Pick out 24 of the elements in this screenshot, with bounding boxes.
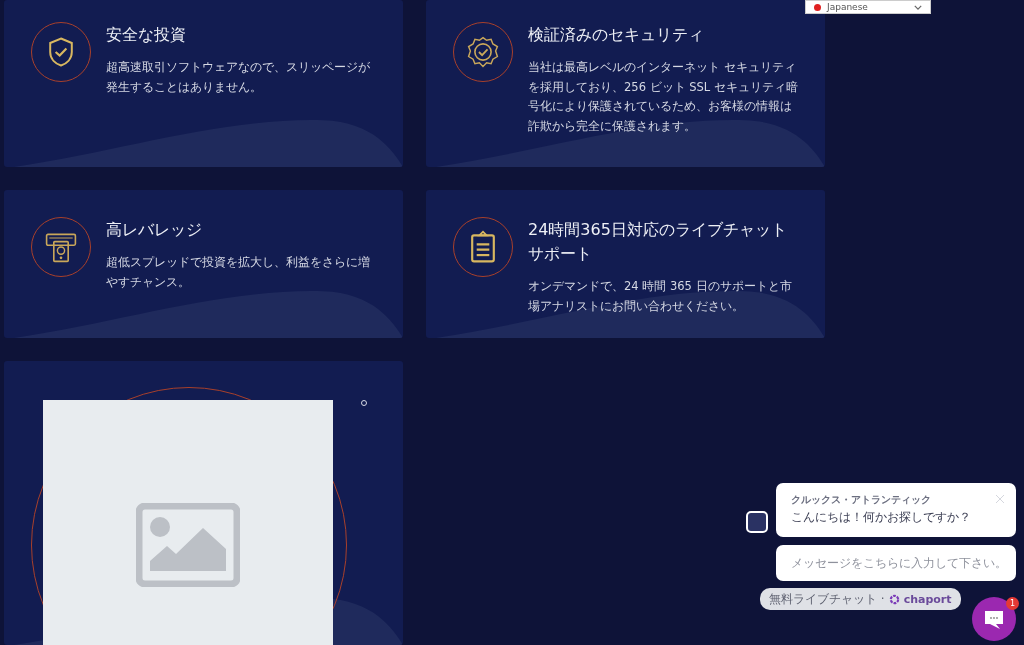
powered-by-text: 無料ライブチャット · bbox=[769, 590, 885, 608]
caret-icon bbox=[914, 4, 922, 10]
language-label: Japanese bbox=[827, 2, 868, 12]
feature-title: 安全な投資 bbox=[106, 24, 187, 46]
avatar-icon bbox=[746, 511, 768, 533]
feature-title: 検証済みのセキュリティ bbox=[528, 24, 705, 46]
feature-title: 24時間365日対応のライブチャットサポート bbox=[528, 219, 788, 265]
ring-logo-icon bbox=[888, 593, 900, 605]
language-select[interactable]: Japanese bbox=[805, 0, 931, 14]
message-input[interactable]: メッセージをこちらに入力して下さい。 bbox=[776, 545, 1016, 581]
feature-description: 当社は最高レベルのインターネット セキュリティを採用しており、256 ビット SSL セキュリティ暗号化により保護されているため、お客様の情報は詐欺から完全に保護されます。 bbox=[528, 59, 799, 135]
brand-name: chaport bbox=[903, 592, 952, 606]
feature-description: オンデマンドで、24 時間 365 日のサポートと市場アナリストにお問い合わせください。 bbox=[528, 278, 793, 315]
feature-description: 超低スプレッドで投資を拡大し、利益をさらに増やすチャンス。 bbox=[106, 254, 371, 291]
agent-name: クルックス・アトランティック bbox=[791, 493, 932, 507]
feature-description: 超高速取引ソフトウェアなので、スリッページが発生することはありません。 bbox=[106, 59, 371, 96]
image-icon bbox=[136, 503, 240, 587]
feature-title: 高レバレッジ bbox=[106, 219, 203, 241]
powered-by-pill[interactable]: 無料ライブチャット · chaport bbox=[760, 588, 961, 610]
greeting-message: こんにちは！何かお探しですか？ bbox=[791, 509, 972, 526]
chat-launcher-button[interactable] bbox=[972, 597, 1016, 641]
flag-icon bbox=[814, 3, 821, 11]
unread-badge: 1 bbox=[1006, 597, 1019, 610]
badge-check-icon bbox=[465, 34, 501, 70]
